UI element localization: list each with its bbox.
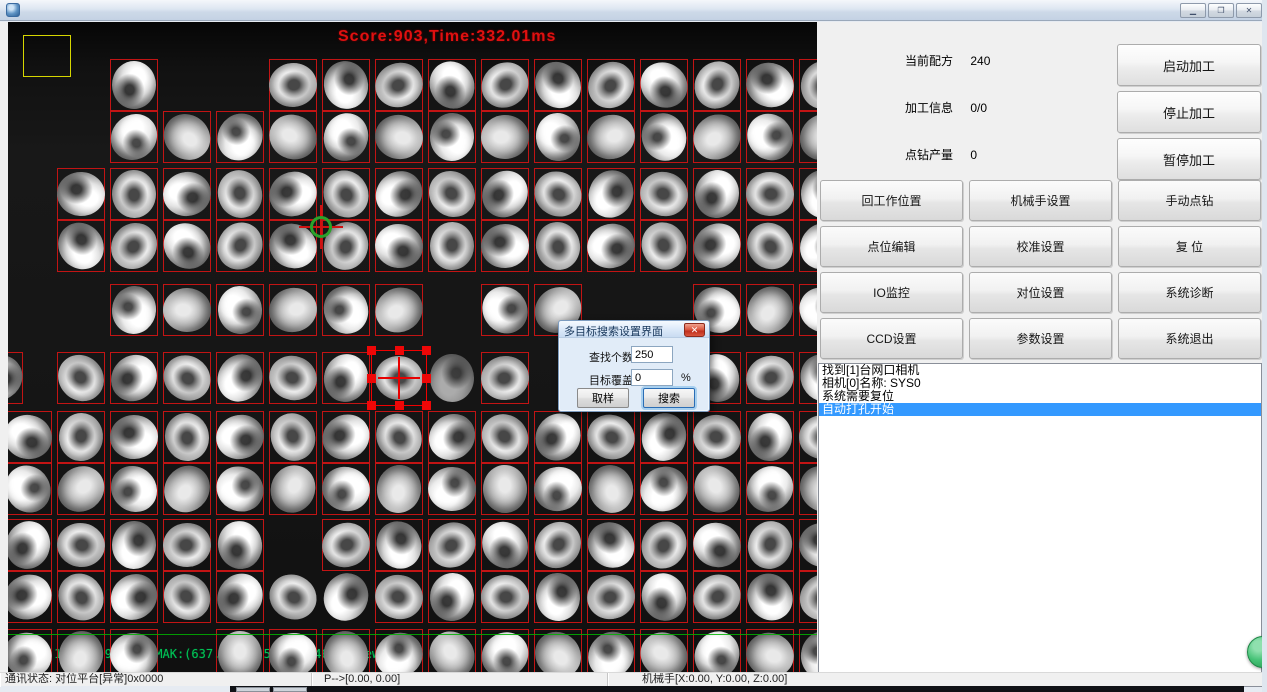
coverage-input[interactable]	[631, 369, 673, 386]
sample-button[interactable]: 取样	[577, 388, 629, 408]
position-status-text: P-->[0.00, 0.00]	[312, 673, 608, 687]
robot-status-text: 机械手[X:0.00, Y:0.00, Z:0.00]	[608, 673, 1267, 687]
dialog-close-button[interactable]: ✕	[684, 323, 705, 337]
start-processing-button[interactable]: 启动加工	[1117, 44, 1261, 86]
function-button-4[interactable]: 校准设置	[969, 226, 1112, 267]
app-icon	[6, 3, 20, 17]
recipe-info-row: 当前配方 240	[905, 52, 990, 69]
output-label: 点钻产量	[905, 146, 953, 163]
detected-bead	[261, 566, 324, 627]
process-info-label: 加工信息	[905, 99, 953, 116]
function-button-5[interactable]: 复 位	[1118, 226, 1261, 267]
close-button[interactable]: ✕	[1236, 3, 1262, 18]
comm-status-text: 通讯状态: 对位平台[异常]0x0000	[0, 673, 312, 687]
output-info-row: 点钻产量 0	[905, 146, 977, 163]
title-bar: ▁ ❐ ✕	[0, 0, 1267, 21]
restore-button[interactable]: ❐	[1208, 3, 1234, 18]
process-info-row: 加工信息 0/0	[905, 99, 987, 116]
calibration-circle-marker	[310, 216, 332, 238]
function-button-2[interactable]: 手动点钻	[1118, 180, 1261, 221]
selection-handle[interactable]	[395, 401, 404, 410]
minimize-button[interactable]: ▁	[1180, 3, 1206, 18]
selection-box[interactable]	[371, 350, 427, 406]
application-window: ▁ ❐ ✕ Score:903,Time:332.01ms STD:(1296.…	[0, 0, 1267, 692]
process-info-value: 0/0	[970, 101, 987, 115]
score-overlay-text: Score:903,Time:332.01ms	[338, 28, 556, 46]
status-bar: 通讯状态: 对位平台[异常]0x0000 P-->[0.00, 0.00] 机械…	[0, 672, 1267, 686]
function-button-8[interactable]: 系统诊断	[1118, 272, 1261, 313]
selection-handle[interactable]	[422, 401, 431, 410]
window-frame-edge	[1262, 0, 1267, 692]
search-button[interactable]: 搜索	[643, 388, 695, 408]
selection-handle[interactable]	[367, 374, 376, 383]
function-button-0[interactable]: 回工作位置	[820, 180, 963, 221]
detected-bead	[112, 61, 156, 109]
selection-handle[interactable]	[422, 346, 431, 355]
function-button-11[interactable]: 系统退出	[1118, 318, 1261, 359]
function-button-6[interactable]: IO监控	[820, 272, 963, 313]
function-button-7[interactable]: 对位设置	[969, 272, 1112, 313]
yellow-roi-rect	[23, 35, 71, 77]
taskbar-edge	[230, 686, 1244, 692]
selection-handle[interactable]	[367, 346, 376, 355]
search-count-label: 查找个数	[589, 349, 633, 365]
selection-handle[interactable]	[395, 346, 404, 355]
selection-handle[interactable]	[422, 374, 431, 383]
taskbar-tab[interactable]	[236, 687, 270, 692]
selection-handle[interactable]	[367, 401, 376, 410]
window-controls: ▁ ❐ ✕	[1180, 3, 1262, 18]
search-count-input[interactable]	[631, 346, 673, 363]
stop-processing-button[interactable]: 停止加工	[1117, 91, 1261, 133]
detected-bead	[481, 575, 529, 619]
output-value: 0	[970, 148, 977, 162]
log-listbox[interactable]: 找到[1]台网口相机相机[0]名称: SYS0系统需要复位自动打孔开始	[818, 363, 1262, 687]
function-button-10[interactable]: 参数设置	[969, 318, 1112, 359]
recipe-label: 当前配方	[905, 52, 953, 69]
multi-target-search-dialog[interactable]: 多目标搜索设置界面 ✕ 查找个数 目标覆盖率 % 取样 搜索	[558, 320, 710, 412]
client-area: Score:903,Time:332.01ms STD:(1296.0,972.…	[0, 22, 1267, 672]
green-scan-line	[8, 634, 817, 635]
pause-processing-button[interactable]: 暂停加工	[1117, 138, 1261, 180]
detected-bead	[317, 567, 375, 628]
detected-bead	[430, 354, 475, 403]
log-line[interactable]: 自动打孔开始	[819, 403, 1261, 416]
taskbar-tab[interactable]	[273, 687, 307, 692]
function-button-1[interactable]: 机械手设置	[969, 180, 1112, 221]
percent-suffix: %	[681, 372, 691, 384]
recipe-value: 240	[970, 54, 990, 68]
selection-crosshair	[378, 377, 420, 379]
function-button-3[interactable]: 点位编辑	[820, 226, 963, 267]
function-button-9[interactable]: CCD设置	[820, 318, 963, 359]
